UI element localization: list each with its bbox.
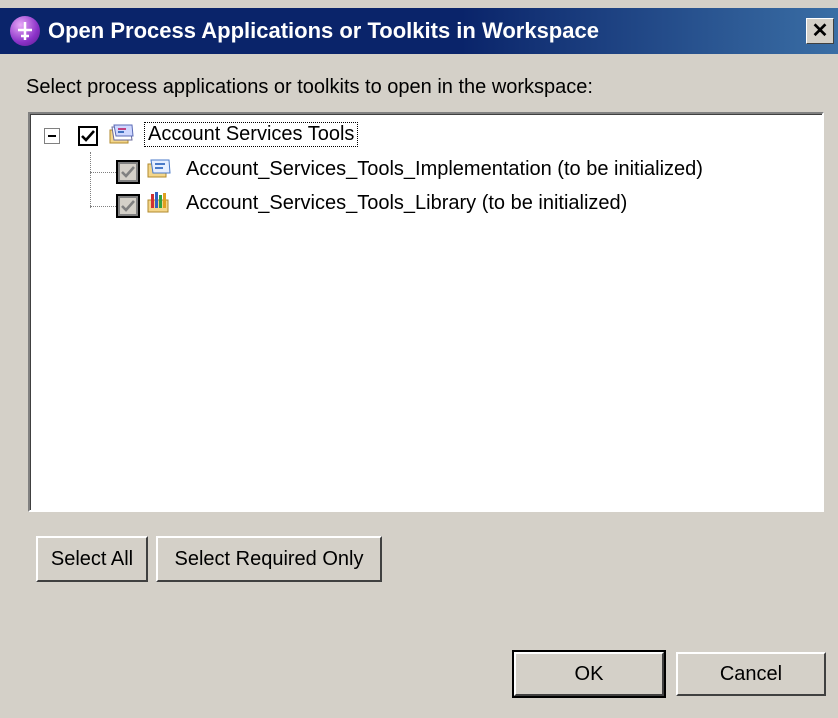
- tree-item-library[interactable]: Account_Services_Tools_Library (to be in…: [186, 192, 627, 215]
- open-process-apps-dialog: Open Process Applications or Toolkits in…: [0, 0, 838, 718]
- select-required-only-button[interactable]: Select Required Only: [156, 536, 382, 582]
- library-books-icon: [146, 190, 172, 214]
- close-button[interactable]: ✕: [806, 18, 834, 44]
- instruction-label: Select process applications or toolkits …: [26, 76, 593, 98]
- checkmark-icon: [121, 166, 135, 178]
- implementation-folder-icon: [146, 156, 172, 180]
- child-checkbox-library: [116, 194, 140, 218]
- process-app-folder-icon: [108, 122, 134, 146]
- title-bar[interactable]: Open Process Applications or Toolkits in…: [0, 8, 838, 54]
- cancel-button[interactable]: Cancel: [676, 652, 826, 696]
- tree-view[interactable]: Account Services Tools Account_Services_…: [28, 112, 824, 512]
- checkmark-icon: [121, 200, 135, 212]
- child-checkbox-implementation: [116, 160, 140, 184]
- close-icon: ✕: [811, 20, 829, 42]
- tree-item-implementation[interactable]: Account_Services_Tools_Implementation (t…: [186, 158, 703, 181]
- collapse-toggle-icon[interactable]: [44, 128, 60, 144]
- select-all-button[interactable]: Select All: [36, 536, 148, 582]
- dialog-title: Open Process Applications or Toolkits in…: [48, 18, 599, 43]
- ok-button[interactable]: OK: [512, 650, 666, 698]
- app-logo-icon: [10, 16, 40, 46]
- tree-item-account-services-tools[interactable]: Account Services Tools: [144, 122, 359, 147]
- root-checkbox[interactable]: [78, 126, 98, 146]
- checkmark-icon: [81, 130, 95, 142]
